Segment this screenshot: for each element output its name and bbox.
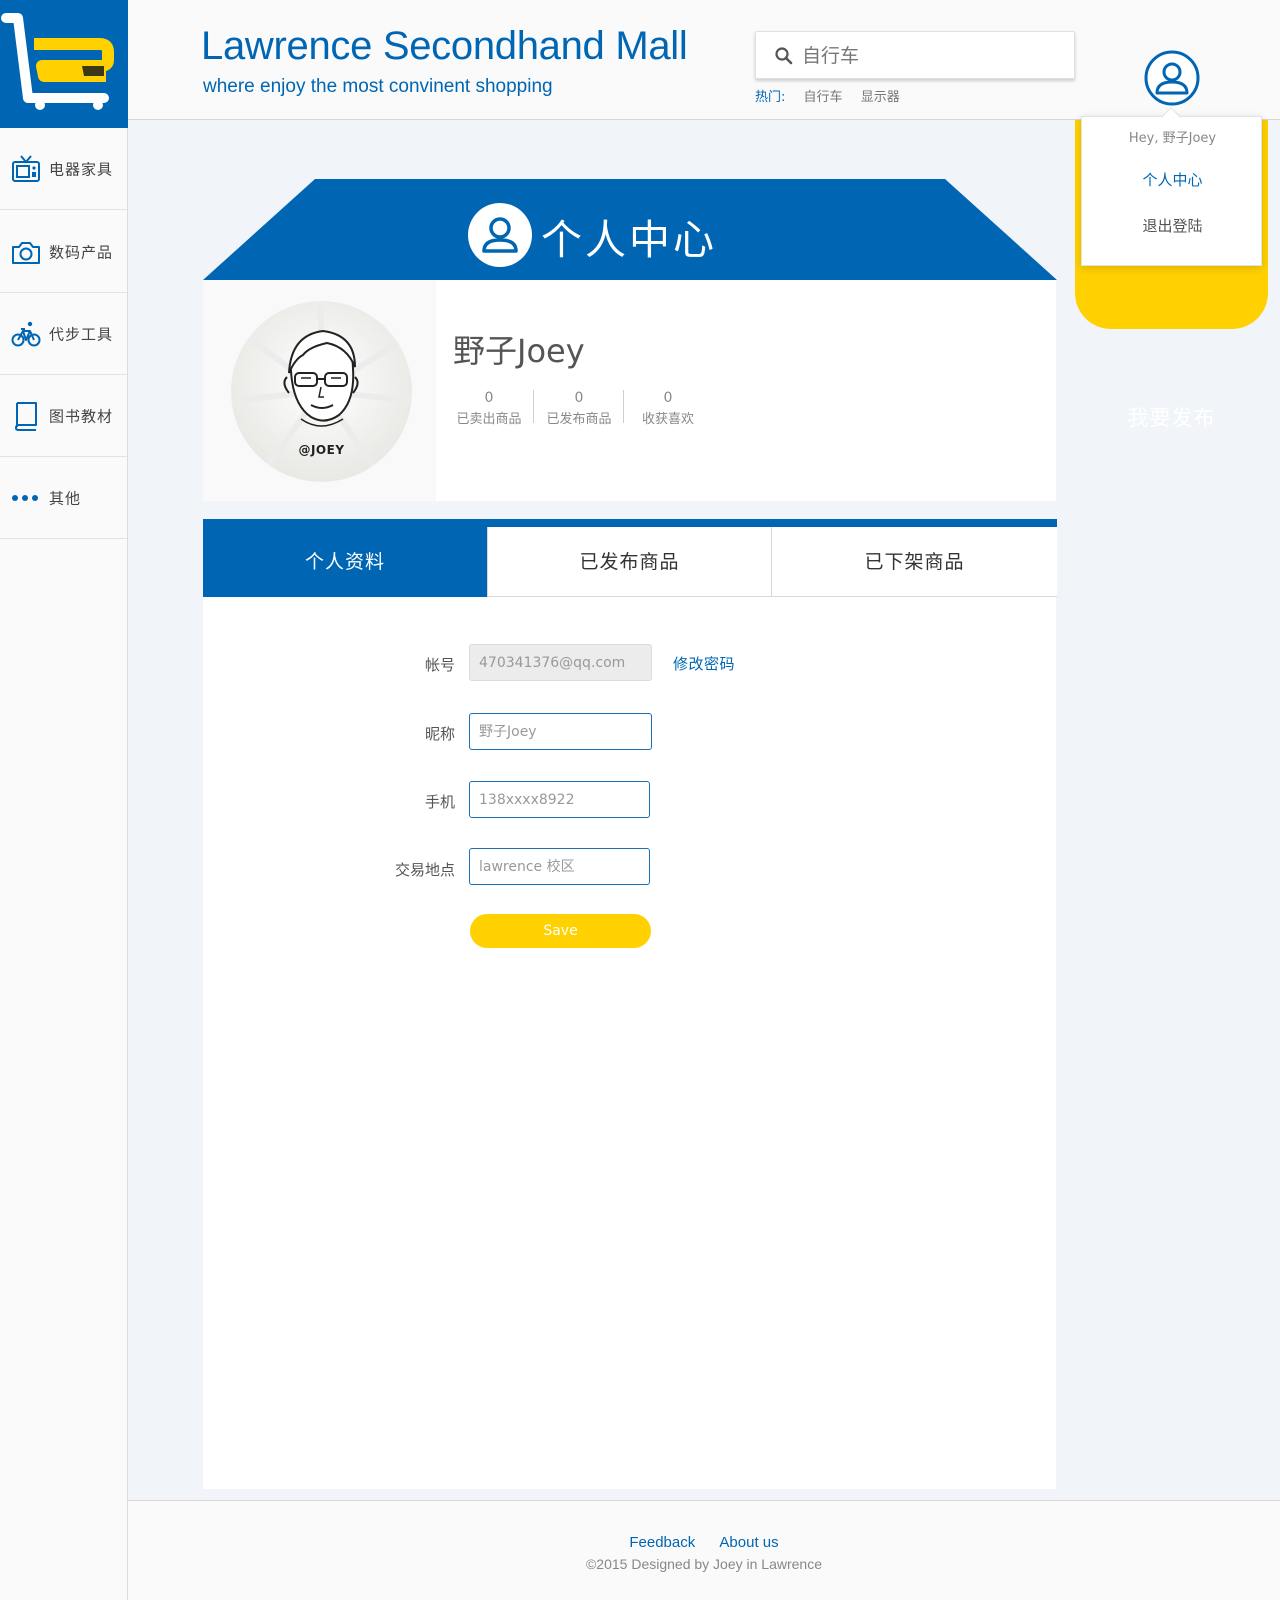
account-field	[469, 644, 652, 681]
sidebar-item-label: 其他	[49, 489, 82, 507]
stat-label: 已发布商品	[546, 412, 612, 427]
sidebar-item-books[interactable]: 图书教材	[0, 375, 127, 457]
sidebar-item-label: 图书教材	[49, 407, 114, 425]
stat-sold: 0 已卖出商品	[454, 390, 524, 427]
avatar-area: @JOEY	[203, 280, 436, 501]
more-dots-icon	[12, 494, 38, 501]
stat-label: 收获喜欢	[641, 412, 694, 427]
user-greeting: Hey, 野子Joey	[1128, 131, 1217, 146]
profile-card: @JOEY 野子Joey 0 已卖出商品 0 已发布商品 0 收获喜欢	[203, 280, 1056, 501]
tab-published-items[interactable]: 已发布商品	[487, 527, 771, 597]
stat-published: 0 已发布商品	[544, 390, 614, 427]
hot-searches: 热门: 自行车 显示器	[755, 86, 914, 105]
hot-link[interactable]: 自行车	[804, 90, 843, 105]
stat-likes: 0 收获喜欢	[633, 390, 703, 427]
publish-label: 我要发布	[1127, 406, 1216, 430]
book-icon	[15, 401, 37, 431]
camera-icon	[12, 241, 40, 264]
feedback-link[interactable]: Feedback	[629, 1534, 695, 1551]
hot-link[interactable]: 显示器	[861, 90, 900, 105]
stat-label: 已卖出商品	[456, 412, 522, 427]
menu-item-profile[interactable]: 个人中心	[1082, 169, 1263, 190]
sidebar-item-appliances[interactable]: 电器家具	[0, 128, 127, 210]
nickname-field[interactable]	[469, 713, 652, 750]
sidebar: 电器家具 数码产品 代步工具 图书教材 其他	[0, 0, 128, 1600]
footer-links: Feedback About us	[128, 1534, 1280, 1551]
profile-tabs: 个人资料 已发布商品 已下架商品	[203, 519, 1057, 597]
nickname-label: 昵称	[424, 725, 455, 743]
user-profile-icon	[468, 203, 532, 267]
cart-logo-icon	[1, 13, 114, 110]
search-input[interactable]	[802, 40, 1062, 72]
avatar[interactable]: @JOEY	[231, 301, 412, 482]
search-box[interactable]	[755, 31, 1075, 79]
location-field[interactable]	[469, 848, 650, 885]
footer: Feedback About us ©2015 Designed by Joey…	[128, 1500, 1280, 1600]
search-icon[interactable]	[774, 46, 794, 66]
profile-form: 帐号 修改密码 昵称 手机 交易地点 Save	[203, 597, 1056, 1489]
account-label: 帐号	[424, 656, 455, 674]
stat-value: 0	[574, 390, 584, 406]
location-label: 交易地点	[394, 861, 455, 879]
logo[interactable]	[0, 0, 128, 128]
tab-profile-info[interactable]: 个人资料	[203, 527, 487, 597]
about-us-link[interactable]: About us	[719, 1534, 778, 1551]
tab-removed-items[interactable]: 已下架商品	[771, 527, 1057, 597]
sidebar-item-others[interactable]: 其他	[0, 457, 127, 539]
site-slogan: where enjoy the most convinent shopping	[203, 76, 553, 97]
user-name: 野子Joey	[453, 332, 585, 370]
header: Lawrence Secondhand Mall where enjoy the…	[128, 0, 1280, 120]
tv-icon	[12, 154, 40, 182]
avatar-caption: @JOEY	[298, 443, 345, 457]
menu-item-logout[interactable]: 退出登陆	[1082, 215, 1263, 236]
sidebar-item-label: 电器家具	[49, 160, 114, 178]
sidebar-item-transport[interactable]: 代步工具	[0, 293, 127, 375]
phone-label: 手机	[424, 793, 455, 811]
copyright: ©2015 Designed by Joey in Lawrence	[585, 1556, 823, 1572]
phone-field[interactable]	[469, 781, 650, 818]
user-account-icon[interactable]	[1143, 49, 1201, 107]
sidebar-item-label: 数码产品	[49, 243, 114, 261]
stat-divider	[623, 390, 624, 423]
stat-divider	[533, 390, 534, 423]
stat-value: 0	[484, 390, 494, 406]
hot-label: 热门:	[755, 90, 786, 105]
site-title[interactable]: Lawrence Secondhand Mall	[201, 24, 688, 69]
stat-value: 0	[663, 390, 673, 406]
user-dropdown-menu: Hey, 野子Joey 个人中心 退出登陆	[1081, 116, 1262, 266]
sidebar-item-label: 代步工具	[49, 325, 114, 343]
change-password-link[interactable]: 修改密码	[673, 653, 735, 674]
save-button[interactable]: Save	[470, 914, 651, 948]
sidebar-item-digital[interactable]: 数码产品	[0, 211, 127, 293]
page-title: 个人中心	[541, 216, 717, 264]
bicycle-icon	[11, 321, 41, 346]
